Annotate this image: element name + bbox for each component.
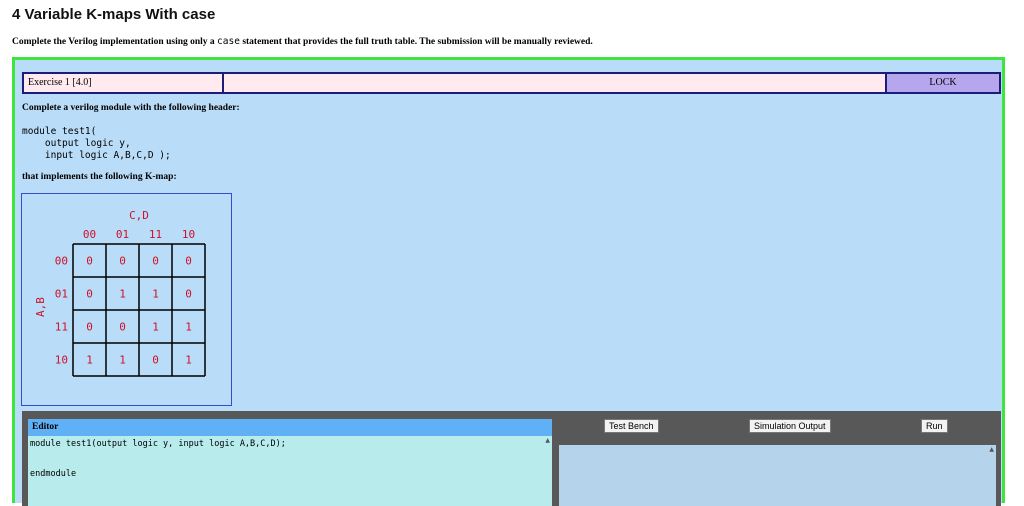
module-header-code: module test1( output logic y, input logi… [22, 126, 171, 161]
kmap-cell: 1 [119, 288, 126, 301]
kmap-column-label: 11 [149, 228, 162, 241]
instructions-text-2: statement that provides the full truth t… [239, 37, 593, 47]
kmap-cell: 1 [185, 321, 192, 334]
kmap-column-label: 10 [182, 228, 195, 241]
kmap-cell: 1 [185, 354, 192, 367]
exercise-header: Exercise 1 [4.0] LOCK [22, 72, 1001, 94]
kmap-cell: 1 [119, 354, 126, 367]
exercise-label: Exercise 1 [4.0] [24, 74, 224, 92]
kmap-cell: 1 [152, 321, 159, 334]
kmap-cell: 0 [86, 288, 93, 301]
kmap-column-label: 00 [83, 228, 96, 241]
kmap-cell: 0 [119, 255, 126, 268]
kmap-row-label: 00 [55, 255, 68, 268]
output-scroll-up-arrow-icon[interactable]: ▲ [989, 446, 994, 453]
instructions-text-1: Complete the Verilog implementation usin… [12, 37, 218, 47]
kmap-cell: 0 [119, 321, 126, 334]
kmap-cell: 0 [185, 288, 192, 301]
kmap-figure: C,D A,B 00 01 11 10 00 01 11 10 00000110001111… [21, 193, 232, 406]
run-button[interactable]: Run [921, 419, 948, 433]
simulation-output-button[interactable]: Simulation Output [749, 419, 831, 433]
kmap-cell: 0 [185, 255, 192, 268]
kmap-row-variable: A,B [34, 297, 47, 317]
module-header-description: Complete a verilog module with the follo… [22, 103, 240, 113]
editor-code[interactable]: module test1(output logic y, input logic… [28, 436, 552, 482]
lock-button[interactable]: LOCK [887, 74, 999, 92]
kmap-description: that implements the following K-map: [22, 172, 177, 182]
exercise-header-spacer [224, 74, 887, 92]
editor-header: Editor [28, 419, 552, 436]
instructions-code-keyword: case [217, 36, 240, 47]
kmap-grid: C,D A,B 00 01 11 10 00011110 0 0 0 00 1 1 00 0 1 11 1… [34, 209, 206, 377]
output-area: ▲ [559, 445, 996, 506]
kmap-cell: 0 [86, 321, 93, 334]
code-editor[interactable]: module test1(output logic y, input logic… [28, 436, 552, 506]
kmap-row-label: 01 [55, 288, 68, 301]
editor-panel: Editor module test1(output logic y, inpu… [22, 411, 1001, 506]
kmap-cell: 0 [152, 354, 159, 367]
kmap-column-variable: C,D [129, 209, 149, 222]
test-bench-button[interactable]: Test Bench [604, 419, 659, 433]
kmap-cell: 1 [152, 288, 159, 301]
page-title: 4 Variable K-maps With case [12, 6, 216, 23]
scroll-up-arrow-icon[interactable]: ▲ [545, 437, 550, 444]
instructions: Complete the Verilog implementation usin… [12, 36, 593, 47]
kmap-cell: 0 [86, 255, 93, 268]
kmap-cell: 0 [152, 255, 159, 268]
kmap-column-label: 01 [116, 228, 129, 241]
kmap-row-label: 10 [55, 354, 68, 367]
kmap-row-label: 11 [55, 321, 68, 334]
kmap-cell: 1 [86, 354, 93, 367]
exercise-panel: Exercise 1 [4.0] LOCK Complete a verilog… [12, 57, 1005, 506]
